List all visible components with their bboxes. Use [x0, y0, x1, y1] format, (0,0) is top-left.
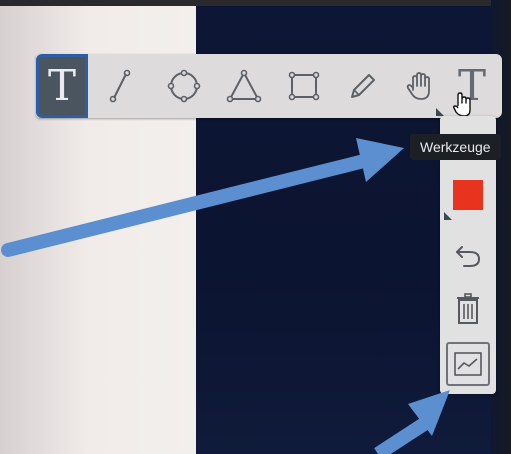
line-icon: [109, 69, 131, 103]
circle-icon: [167, 69, 201, 103]
trash-icon: [457, 293, 479, 324]
color-picker-button[interactable]: [440, 170, 496, 220]
text-tool-button-active[interactable]: T: [36, 54, 88, 118]
undo-icon: [456, 246, 481, 267]
undo-button[interactable]: [440, 230, 496, 280]
submenu-indicator: [436, 108, 444, 116]
text-tool-button[interactable]: T: [446, 54, 498, 118]
triangle-icon: [226, 69, 262, 103]
delete-button[interactable]: [440, 284, 496, 334]
rectangle-tool-button[interactable]: [278, 54, 330, 118]
text-icon: T: [47, 61, 76, 110]
color-swatch: [453, 180, 483, 210]
chart-button[interactable]: [446, 342, 490, 386]
monitor-bezel-top: [0, 0, 511, 6]
rectangle-icon: [288, 71, 320, 101]
line-tool-button[interactable]: [94, 54, 146, 118]
mouse-cursor-hand-icon: [452, 92, 471, 117]
pencil-icon: [351, 74, 375, 98]
chart-icon: [454, 352, 482, 376]
hand-icon: [406, 72, 430, 100]
pencil-tool-button[interactable]: [336, 54, 388, 118]
tooltip: Werkzeuge: [410, 134, 501, 160]
hand-tool-button[interactable]: [394, 54, 446, 118]
drawing-toolbar: T T: [36, 54, 502, 118]
submenu-indicator: [444, 212, 452, 220]
triangle-tool-button[interactable]: [218, 54, 270, 118]
circle-tool-button[interactable]: [158, 54, 210, 118]
